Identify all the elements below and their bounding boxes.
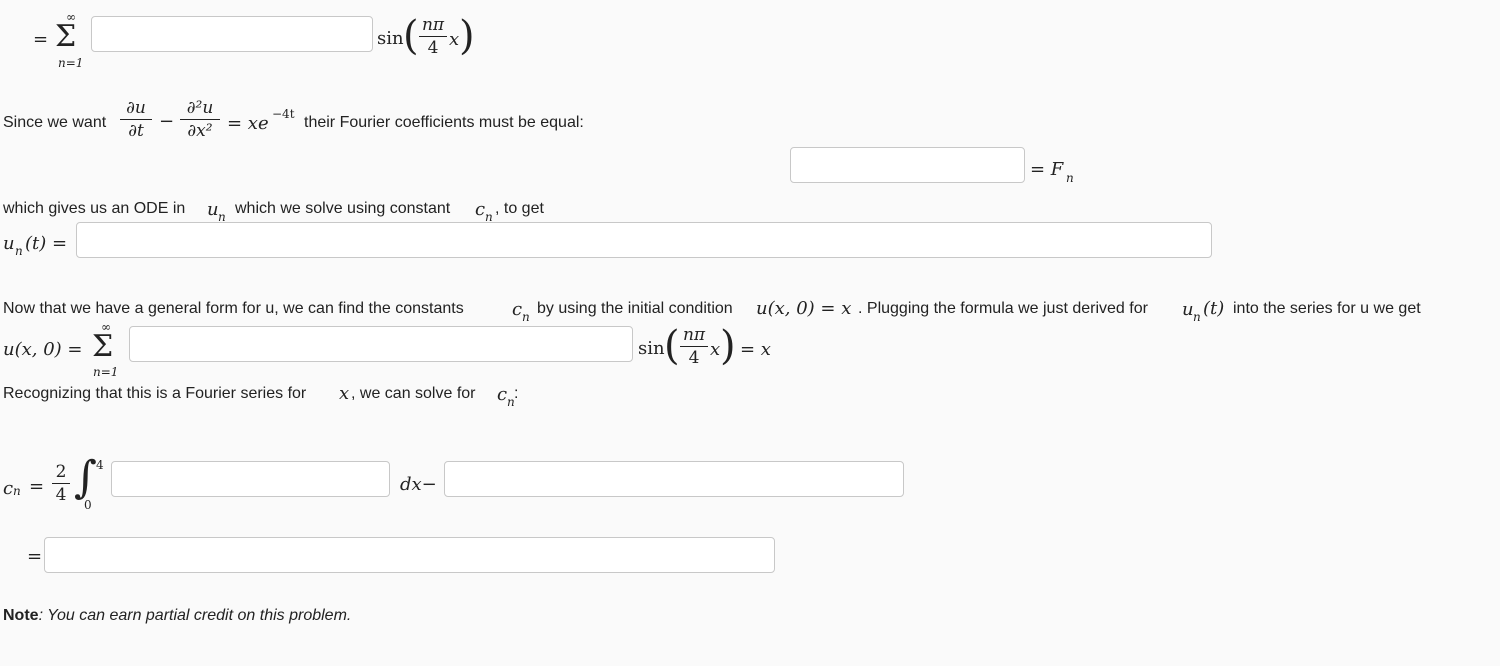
now-text-1: Now that we have a general form for u, w… bbox=[3, 300, 464, 317]
paren-close-2: ) bbox=[720, 323, 736, 369]
rhs-exponent: −4t bbox=[272, 107, 295, 121]
paren-open-2: ( bbox=[664, 323, 680, 369]
answer-input-1[interactable] bbox=[91, 16, 373, 52]
minus-sign: − bbox=[159, 111, 175, 132]
frac-numerator: nπ bbox=[421, 15, 445, 35]
cn-equals: = bbox=[29, 476, 45, 497]
recognize-var-x: x bbox=[339, 383, 350, 404]
ode-text-3: , to get bbox=[495, 200, 544, 217]
sum-lower-limit-2: n=1 bbox=[93, 365, 119, 379]
answer-input-un[interactable] bbox=[76, 222, 1212, 258]
frac-numerator: 2 bbox=[55, 462, 67, 482]
recognize-text-2: , we can solve for bbox=[351, 385, 476, 402]
integral-upper-limit: 4 bbox=[96, 458, 104, 472]
since-prefix-text: Since we want bbox=[3, 114, 107, 131]
integral-lower-limit: 0 bbox=[84, 498, 92, 512]
frac-denominator: 4 bbox=[688, 348, 700, 368]
ode-var-c: c bbox=[475, 199, 486, 220]
now-var-c: c bbox=[512, 299, 523, 320]
fraction-d2u-dx2: ∂²u ∂x² bbox=[180, 98, 220, 141]
recognize-colon: : bbox=[514, 385, 519, 402]
ode-text-2: which we solve using constant bbox=[235, 200, 451, 217]
fraction-du-dt: ∂u ∂t bbox=[120, 98, 152, 141]
answer-input-final[interactable] bbox=[44, 537, 775, 573]
sin-label-1: sin bbox=[377, 28, 404, 49]
answer-input-2[interactable] bbox=[790, 147, 1025, 183]
now-text-2: by using the initial condition bbox=[537, 300, 733, 317]
series-rhs: = x bbox=[740, 339, 771, 360]
frac-denominator: ∂x² bbox=[187, 121, 213, 141]
rhs-xe: = xe bbox=[227, 113, 269, 134]
recognize-var-c: c bbox=[497, 384, 508, 405]
rhs-F: = F bbox=[1030, 159, 1064, 180]
since-suffix-text: their Fourier coefficients must be equal… bbox=[304, 114, 584, 131]
sum-sigma-1: Σ bbox=[55, 19, 77, 54]
sum-lower-limit-1: n=1 bbox=[58, 56, 84, 70]
ode-var-u: u bbox=[207, 199, 219, 220]
sin-label-2: sin bbox=[638, 338, 665, 359]
note-label: Note bbox=[3, 607, 39, 624]
series-lhs: u(x, 0) = bbox=[3, 339, 83, 360]
rhs-F-subscript: n bbox=[1066, 171, 1074, 185]
fraction-npi-over-4-1: nπ 4 bbox=[419, 15, 447, 58]
equals-sign-1: = bbox=[33, 29, 49, 50]
now-text-4: into the series for u we get bbox=[1233, 300, 1421, 317]
now-var-c-subscript: n bbox=[522, 310, 530, 324]
now-var-u-arg: (t) bbox=[1203, 298, 1225, 319]
note-text: : You can earn partial credit on this pr… bbox=[38, 607, 352, 624]
paren-open-1: ( bbox=[403, 13, 419, 59]
frac-numerator: nπ bbox=[682, 325, 706, 345]
dx-minus: dx− bbox=[400, 474, 437, 495]
final-equals: = bbox=[27, 546, 43, 567]
now-var-u-subscript: n bbox=[1193, 310, 1201, 324]
fraction-2-over-4: 2 4 bbox=[52, 462, 70, 505]
initial-condition: u(x, 0) = x bbox=[756, 298, 852, 319]
un-lhs-u: u bbox=[3, 233, 15, 254]
now-text-3: . Plugging the formula we just derived f… bbox=[858, 300, 1148, 317]
sum-sigma-2: Σ bbox=[92, 329, 114, 364]
recognize-text-1: Recognizing that this is a Fourier serie… bbox=[3, 385, 307, 402]
answer-input-series[interactable] bbox=[129, 326, 633, 362]
cn-lhs-c: c bbox=[3, 478, 14, 499]
frac-numerator: ∂²u bbox=[186, 98, 214, 118]
answer-input-integral-rest[interactable] bbox=[444, 461, 904, 497]
var-x-2: x bbox=[710, 339, 721, 360]
var-x-1: x bbox=[449, 29, 460, 50]
note: Note: You can earn partial credit on thi… bbox=[3, 607, 351, 625]
fraction-npi-over-4-2: nπ 4 bbox=[680, 325, 708, 368]
un-lhs-arg: (t) = bbox=[25, 233, 68, 254]
ode-text-1: which gives us an ODE in bbox=[3, 200, 186, 217]
integral-sign: ∫ bbox=[74, 452, 97, 503]
cn-lhs-subscript: n bbox=[13, 484, 21, 498]
frac-numerator: ∂u bbox=[126, 98, 146, 118]
frac-denominator: ∂t bbox=[128, 121, 144, 141]
paren-close-1: ) bbox=[459, 13, 475, 59]
answer-input-integrand[interactable] bbox=[111, 461, 390, 497]
now-var-u: u bbox=[1182, 299, 1194, 320]
frac-denominator: 4 bbox=[55, 485, 67, 505]
frac-denominator: 4 bbox=[427, 38, 439, 58]
un-lhs-subscript: n bbox=[15, 244, 23, 258]
